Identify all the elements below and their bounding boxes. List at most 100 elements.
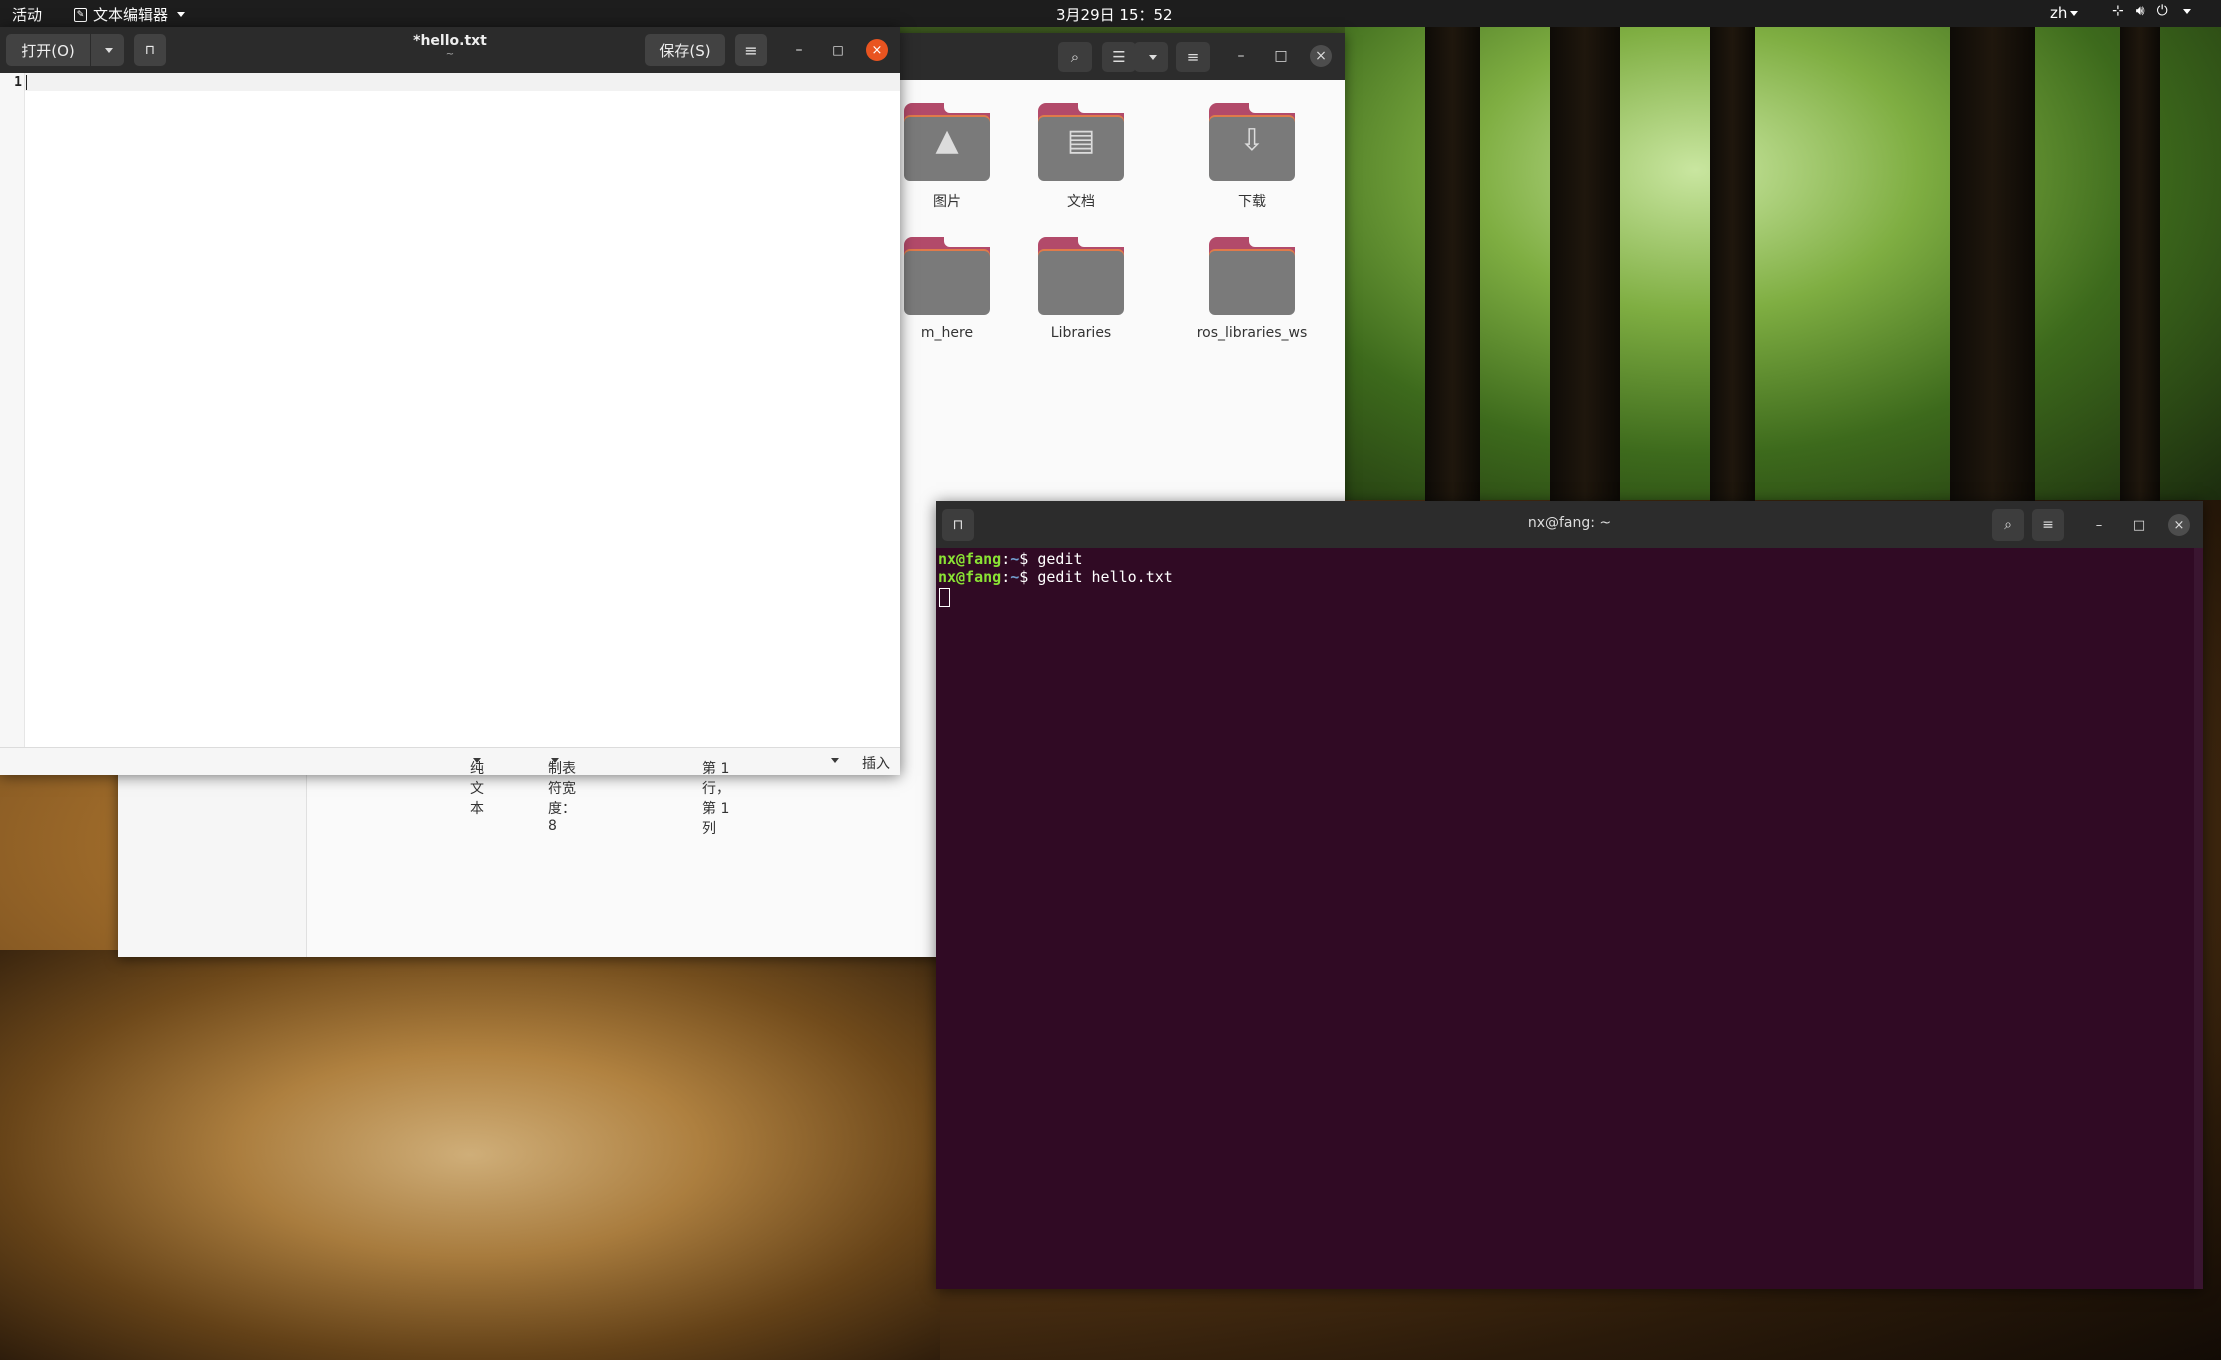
terminal-window: ⊓ nx@fang: ~ ⌕ ≡ – □ × nx@fang:~$ gedit … <box>936 501 2203 1289</box>
folder-downloads[interactable]: ⇩ 下载 <box>1167 103 1337 211</box>
chevron-down-icon <box>831 758 839 763</box>
maximize-icon: □ <box>832 43 844 57</box>
folder-icon <box>904 237 990 315</box>
text-editor-icon: ✎ <box>74 7 87 22</box>
chevron-down-icon <box>473 758 481 763</box>
wallpaper-trunk <box>1950 26 2035 506</box>
terminal-cursor <box>939 588 950 607</box>
close-button[interactable]: × <box>2168 514 2190 536</box>
new-tab-icon: ⊓ <box>952 517 964 533</box>
folder-label: ros_libraries_ws <box>1196 325 1308 341</box>
close-button[interactable]: × <box>866 39 888 61</box>
text-area[interactable] <box>25 73 900 747</box>
volume-icon: 🔊︎ <box>2135 3 2145 19</box>
minimize-icon: – <box>795 42 803 58</box>
chevron-down-icon <box>177 12 186 17</box>
view-options-button[interactable] <box>1134 42 1168 72</box>
power-icon: ⏻ <box>2156 3 2168 19</box>
line-number-gutter <box>0 73 25 747</box>
app-menu[interactable]: ✎ 文本编辑器 <box>74 4 186 25</box>
close-icon: × <box>1315 48 1327 64</box>
minimize-button[interactable]: – <box>2088 514 2110 536</box>
picture-icon: ▲ <box>935 123 959 158</box>
chevron-down-icon <box>551 758 559 763</box>
new-tab-icon: ⊓ <box>144 42 156 58</box>
maximize-button[interactable]: □ <box>2128 514 2150 536</box>
folder-label: Libraries <box>1050 325 1112 341</box>
close-icon: × <box>871 42 883 58</box>
list-view-icon: ☰ <box>1112 48 1126 66</box>
menu-button[interactable]: ≡ <box>2032 509 2064 541</box>
wallpaper-trunk <box>1425 26 1480 506</box>
hamburger-icon: ≡ <box>1186 48 1200 66</box>
maximize-button[interactable]: □ <box>1270 45 1292 67</box>
app-menu-label: 文本编辑器 <box>93 6 169 24</box>
close-icon: × <box>2173 517 2185 533</box>
open-button-label: 打开(O) <box>6 34 91 66</box>
search-button[interactable]: ⌕ <box>1058 42 1092 72</box>
system-tray[interactable]: ⊹ 🔊︎ ⏻ <box>2112 3 2191 19</box>
folder-icon <box>1209 237 1295 315</box>
folder-label: 文档 <box>1067 194 1095 210</box>
status-bar: 纯文本 制表符宽度：8 第 1 行，第 1 列 插入 <box>0 747 900 837</box>
search-icon: ⌕ <box>2004 517 2012 533</box>
minimize-icon: – <box>2095 517 2103 533</box>
chevron-down-icon <box>2182 9 2191 14</box>
open-recent-dropdown[interactable] <box>91 34 124 66</box>
folder-documents[interactable]: ▤ 文档 <box>996 103 1166 211</box>
folder-ros-libraries-ws[interactable]: ros_libraries_ws <box>1167 237 1337 341</box>
minimize-icon: – <box>1237 48 1245 64</box>
maximize-icon: □ <box>1274 48 1288 64</box>
input-language-label: zh <box>2050 4 2068 22</box>
cursor-position-label: 第 1 行，第 1 列 <box>702 761 730 837</box>
save-button[interactable]: 保存(S) <box>645 34 725 66</box>
menu-button[interactable]: ≡ <box>735 34 767 66</box>
window-subtitle: ~ <box>445 49 455 60</box>
chevron-down-icon <box>2070 11 2079 16</box>
wallpaper-trunk <box>2120 26 2160 506</box>
folder-label: 下载 <box>1238 194 1266 210</box>
language-label: 纯文本 <box>470 761 484 817</box>
search-button[interactable]: ⌕ <box>1992 509 2024 541</box>
folder-icon: ⇩ <box>1209 103 1295 181</box>
network-icon: ⊹ <box>2112 3 2124 19</box>
terminal-output[interactable]: nx@fang:~$ gedit nx@fang:~$ gedit hello.… <box>936 548 2203 1289</box>
text-editor-headerbar: 打开(O) ⊓ *hello.txt ~ 保存(S) ≡ – □ × <box>0 27 900 73</box>
folder-icon <box>1038 237 1124 315</box>
maximize-icon: □ <box>2132 517 2146 533</box>
activities-button[interactable]: 活动 <box>12 4 42 25</box>
minimize-button[interactable]: – <box>1230 45 1252 67</box>
wallpaper-ground-bokeh <box>0 950 940 1360</box>
terminal-line: nx@fang:~$ gedit hello.txt <box>938 568 1173 586</box>
folder-libraries[interactable]: Libraries <box>996 237 1166 341</box>
insert-mode: 插入 <box>862 756 890 772</box>
hamburger-icon: ≡ <box>744 40 758 60</box>
window-title: nx@fang: ~ <box>1527 515 1612 531</box>
new-tab-button[interactable]: ⊓ <box>134 34 166 66</box>
folder-icon: ▲ <box>904 103 990 181</box>
terminal-line: nx@fang:~$ gedit <box>938 550 1083 568</box>
wallpaper-trunk <box>1710 26 1755 506</box>
text-editor-window: 打开(O) ⊓ *hello.txt ~ 保存(S) ≡ – □ × 1 纯文本… <box>0 27 900 837</box>
maximize-button[interactable]: □ <box>827 39 849 61</box>
open-button[interactable]: 打开(O) <box>6 34 124 66</box>
terminal-scrollbar[interactable] <box>2194 548 2203 1289</box>
line-number: 1 <box>14 75 22 90</box>
hamburger-icon: ≡ <box>2042 517 2054 533</box>
chevron-down-icon <box>1148 54 1157 60</box>
download-icon: ⇩ <box>1239 123 1265 158</box>
terminal-headerbar: ⊓ nx@fang: ~ ⌕ ≡ – □ × <box>936 501 2203 548</box>
window-title: *hello.txt <box>413 33 487 49</box>
clock[interactable]: 3月29日 15：52 <box>1056 4 1173 25</box>
close-button[interactable]: × <box>1310 45 1332 67</box>
new-tab-button[interactable]: ⊓ <box>942 509 974 541</box>
document-icon: ▤ <box>1066 123 1096 158</box>
list-view-button[interactable]: ☰ <box>1102 42 1136 72</box>
minimize-button[interactable]: – <box>788 39 810 61</box>
wallpaper-trunk <box>1550 26 1620 506</box>
folder-icon: ▤ <box>1038 103 1124 181</box>
menu-button[interactable]: ≡ <box>1176 42 1210 72</box>
top-bar: 活动 ✎ 文本编辑器 3月29日 15：52 zh ⊹ 🔊︎ ⏻ <box>0 0 2221 27</box>
input-language[interactable]: zh <box>2050 4 2079 22</box>
search-icon: ⌕ <box>1070 48 1080 66</box>
